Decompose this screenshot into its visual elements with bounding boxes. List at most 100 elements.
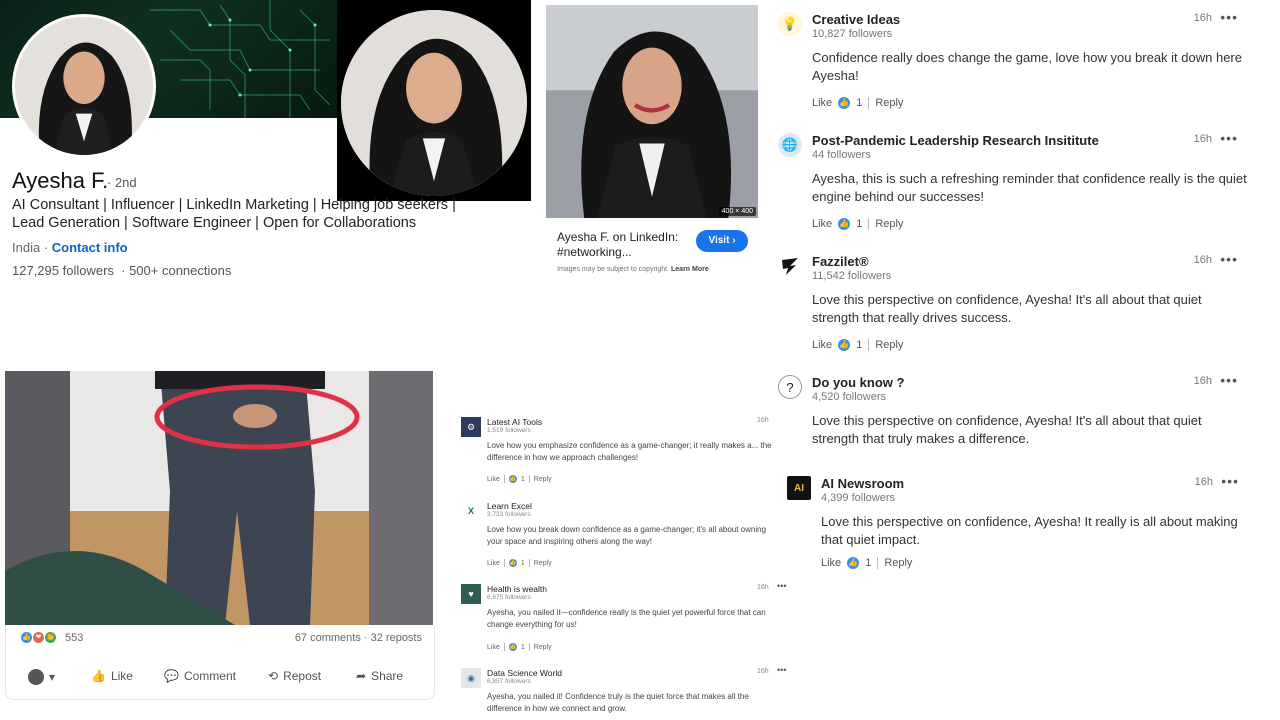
like-button[interactable]: Like [812, 97, 832, 109]
like-count[interactable]: 1 [521, 644, 525, 651]
comment-text: Ayesha, you nailed it—confidence really … [487, 608, 766, 629]
like-count[interactable]: 1 [856, 339, 862, 351]
comment-author[interactable]: AI Newsroom [821, 476, 904, 491]
comment-followers: 1,519 followers [487, 427, 531, 434]
comment-author[interactable]: Latest AI Tools [487, 417, 542, 427]
comment-actions: Like 👍 1 Reply [812, 97, 903, 109]
profile-avatar[interactable] [12, 14, 156, 158]
comment-author[interactable]: Learn Excel [487, 501, 532, 511]
repost-action-button[interactable]: ⟲ Repost [268, 669, 321, 683]
comment-followers: 6,857 followers [487, 678, 531, 685]
like-reaction-icon: 👍 [838, 339, 851, 351]
excel-logo-icon[interactable]: X [461, 501, 481, 521]
comment-author[interactable]: Data Science World [487, 668, 562, 678]
post-video[interactable] [5, 371, 433, 625]
lightbulb-icon[interactable]: 💡 [778, 12, 802, 36]
more-options-icon[interactable]: ••• [777, 665, 786, 675]
comment-icon: 💬 [164, 669, 179, 683]
more-options-icon[interactable]: ••• [777, 581, 786, 591]
data-science-logo-icon[interactable]: ◉ [461, 668, 481, 688]
brand-mark-graphic [782, 258, 798, 275]
image-result-title[interactable]: Ayesha F. on LinkedIn: #networking... [557, 230, 687, 260]
like-reaction-icon: 👍 [838, 97, 851, 109]
like-button[interactable]: Like [812, 339, 832, 351]
image-result-card[interactable]: 400 × 400 Ayesha F. on LinkedIn: #networ… [546, 5, 758, 285]
reply-button[interactable]: Reply [534, 476, 552, 483]
like-action-label: Like [110, 669, 133, 683]
reply-button[interactable]: Reply [875, 218, 903, 230]
comment-actions: Like 👍 1 Reply [487, 475, 552, 483]
like-count[interactable]: 1 [521, 560, 525, 567]
comment-text: Love this perspective on confidence, Aye… [821, 514, 1238, 547]
comment-followers: 6,675 followers [487, 594, 531, 601]
comment-action-label: Comment [183, 669, 236, 683]
comment: AI AI Newsroom 4,399 followers 16h ••• L… [787, 473, 1249, 576]
reply-button[interactable]: Reply [884, 557, 912, 569]
comment-author[interactable]: Do you know ? [812, 375, 904, 390]
comment-author[interactable]: Health is wealth [487, 584, 547, 594]
reaction-summary[interactable]: 👍 ❤ 👏 553 [20, 631, 83, 644]
more-options-icon[interactable]: ••• [1220, 130, 1238, 146]
profile-name[interactable]: Ayesha F. [12, 168, 108, 194]
reply-button[interactable]: Reply [875, 97, 903, 109]
visit-button[interactable]: Visit › [696, 230, 748, 252]
comment-author[interactable]: Fazzilet® [812, 254, 869, 269]
reply-button[interactable]: Reply [534, 560, 552, 567]
comment: Fazzilet® 11,542 followers 16h ••• Love … [778, 251, 1248, 354]
caret-down-icon: ▾ [49, 670, 56, 684]
post-counts: 67 comments · 32 reposts [295, 632, 422, 644]
like-button[interactable]: Like [487, 476, 500, 483]
health-logo-icon[interactable]: ♥ [461, 584, 481, 604]
comment-author[interactable]: Creative Ideas [812, 12, 900, 27]
learn-more-link[interactable]: Learn More [671, 266, 709, 273]
profile-photo-large [341, 10, 527, 196]
divider [868, 339, 870, 351]
comment-actions: Like 👍 1 Reply [487, 643, 552, 651]
connection-count[interactable]: · 500+ connections [121, 263, 231, 278]
reply-button[interactable]: Reply [534, 644, 552, 651]
profile-headline: AI Consultant | Influencer | LinkedIn Ma… [12, 197, 456, 231]
comment: X Learn Excel 3,733 followers Love how y… [461, 501, 787, 581]
divider [528, 475, 530, 483]
share-action-button[interactable]: ➦ Share [356, 669, 403, 683]
comment-count[interactable]: 67 comments [295, 632, 361, 644]
like-count[interactable]: 1 [856, 218, 862, 230]
like-count[interactable]: 1 [856, 97, 862, 109]
comment: ⚙ Latest AI Tools 1,519 followers 16h Lo… [461, 417, 787, 497]
profile-photo-icon [15, 17, 153, 155]
ai-chip-icon[interactable]: AI [787, 476, 811, 500]
comment-author[interactable]: Post-Pandemic Leadership Research Insiti… [812, 133, 1099, 148]
question-face-icon[interactable]: ? [778, 375, 802, 399]
contact-info-link[interactable]: Contact info [52, 240, 128, 255]
more-options-icon[interactable]: ••• [1221, 473, 1239, 489]
like-count[interactable]: 1 [865, 557, 871, 569]
more-options-icon[interactable]: ••• [1220, 251, 1238, 267]
like-button[interactable]: Like [487, 560, 500, 567]
divider [868, 218, 870, 230]
like-button[interactable]: Like [487, 644, 500, 651]
profile-photo-preview [337, 0, 531, 201]
like-action-button[interactable]: 👍 Like [91, 669, 133, 683]
like-button[interactable]: Like [821, 557, 841, 569]
ai-tools-logo-icon[interactable]: ⚙ [461, 417, 481, 437]
visit-label: Visit [708, 235, 730, 246]
comment-text: Ayesha, this is such a refreshing remind… [812, 171, 1247, 204]
portrait-photo-icon [546, 5, 758, 218]
chevron-right-icon: › [732, 235, 736, 246]
like-count[interactable]: 1 [521, 476, 525, 483]
brand-mark-icon[interactable] [778, 254, 802, 278]
comment: 💡 Creative Ideas 10,827 followers 16h ••… [778, 9, 1248, 112]
like-reaction-icon: 👍 [838, 218, 851, 230]
reaction-as-selector[interactable]: ▾ [28, 669, 55, 685]
comment-action-button[interactable]: 💬 Comment [164, 669, 236, 683]
like-button[interactable]: Like [812, 218, 832, 230]
image-result-photo[interactable]: 400 × 400 [546, 5, 758, 218]
reply-button[interactable]: Reply [875, 339, 903, 351]
globe-icon[interactable]: 🌐 [778, 133, 802, 157]
more-options-icon[interactable]: ••• [1220, 372, 1238, 388]
comment: ? Do you know ? 4,520 followers 16h ••• … [778, 372, 1248, 455]
more-options-icon[interactable]: ••• [1220, 9, 1238, 25]
follower-count[interactable]: 127,295 followers [12, 263, 114, 278]
comment-followers: 10,827 followers [812, 28, 893, 40]
repost-count[interactable]: · 32 reposts [364, 632, 422, 644]
